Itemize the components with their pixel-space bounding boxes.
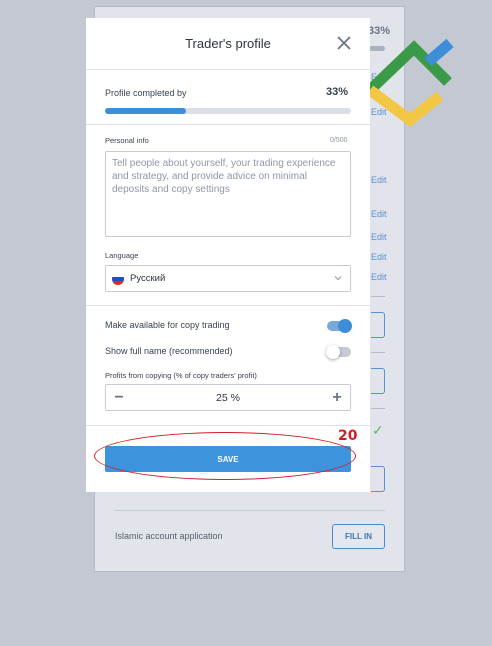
profits-value: 25 % [216, 392, 240, 404]
full-name-label: Show full name (recommended) [105, 346, 233, 356]
bg-divider [114, 510, 385, 511]
language-value: Русский [130, 273, 166, 284]
toggle-knob [326, 345, 340, 359]
profile-progress-bar [105, 108, 351, 114]
divider [86, 425, 370, 426]
annotation-number: 20 [338, 428, 358, 444]
bg-edit-link[interactable]: Edit [371, 252, 387, 262]
check-icon: ✓ [372, 422, 384, 438]
toggle-knob [338, 319, 352, 333]
plus-button[interactable]: + [328, 389, 346, 407]
profile-completed-percent: 33% [326, 86, 349, 98]
fill-in-button[interactable]: FILL IN [332, 524, 385, 549]
chevron-down-icon [334, 276, 342, 281]
copy-trading-toggle[interactable] [327, 319, 352, 333]
traders-profile-modal: Trader's profile Profile completed by 33… [86, 18, 370, 492]
divider [86, 305, 370, 306]
bg-edit-link[interactable]: Edit [371, 175, 387, 185]
bg-button[interactable] [371, 368, 385, 394]
profile-completed-label: Profile completed by [105, 88, 187, 98]
full-name-toggle[interactable] [326, 345, 351, 359]
bg-edit-link[interactable]: Edit [371, 232, 387, 242]
personal-info-textarea[interactable]: Tell people about yourself, your trading… [105, 151, 351, 237]
bg-edit-link[interactable]: Edit [371, 209, 387, 219]
bg-divider [371, 408, 385, 409]
bg-divider [371, 352, 385, 353]
modal-title: Trader's profile [185, 36, 271, 51]
divider [86, 69, 370, 70]
bg-button[interactable] [371, 312, 385, 338]
bg-button[interactable] [371, 466, 385, 492]
language-select[interactable]: Русский [105, 265, 351, 292]
bg-edit-link[interactable]: Edit [371, 272, 387, 282]
brand-logo-icon [366, 38, 454, 127]
personal-info-label: Personal info [105, 136, 149, 145]
profits-label: Profits from copying (% of copy traders'… [105, 371, 257, 380]
divider [86, 124, 370, 125]
language-label: Language [105, 251, 139, 260]
progress-fill [105, 108, 187, 114]
bg-profile-percent: 33% [368, 25, 391, 37]
russia-flag-icon [112, 272, 124, 285]
islamic-account-label: Islamic account application [115, 531, 223, 541]
character-counter: 0/500 [330, 137, 348, 144]
annotation-ellipse [94, 432, 356, 480]
profits-stepper[interactable]: − 25 % + [105, 384, 351, 411]
copy-trading-label: Make available for copy trading [105, 320, 230, 330]
bg-divider [371, 296, 385, 297]
close-icon[interactable] [336, 35, 352, 51]
